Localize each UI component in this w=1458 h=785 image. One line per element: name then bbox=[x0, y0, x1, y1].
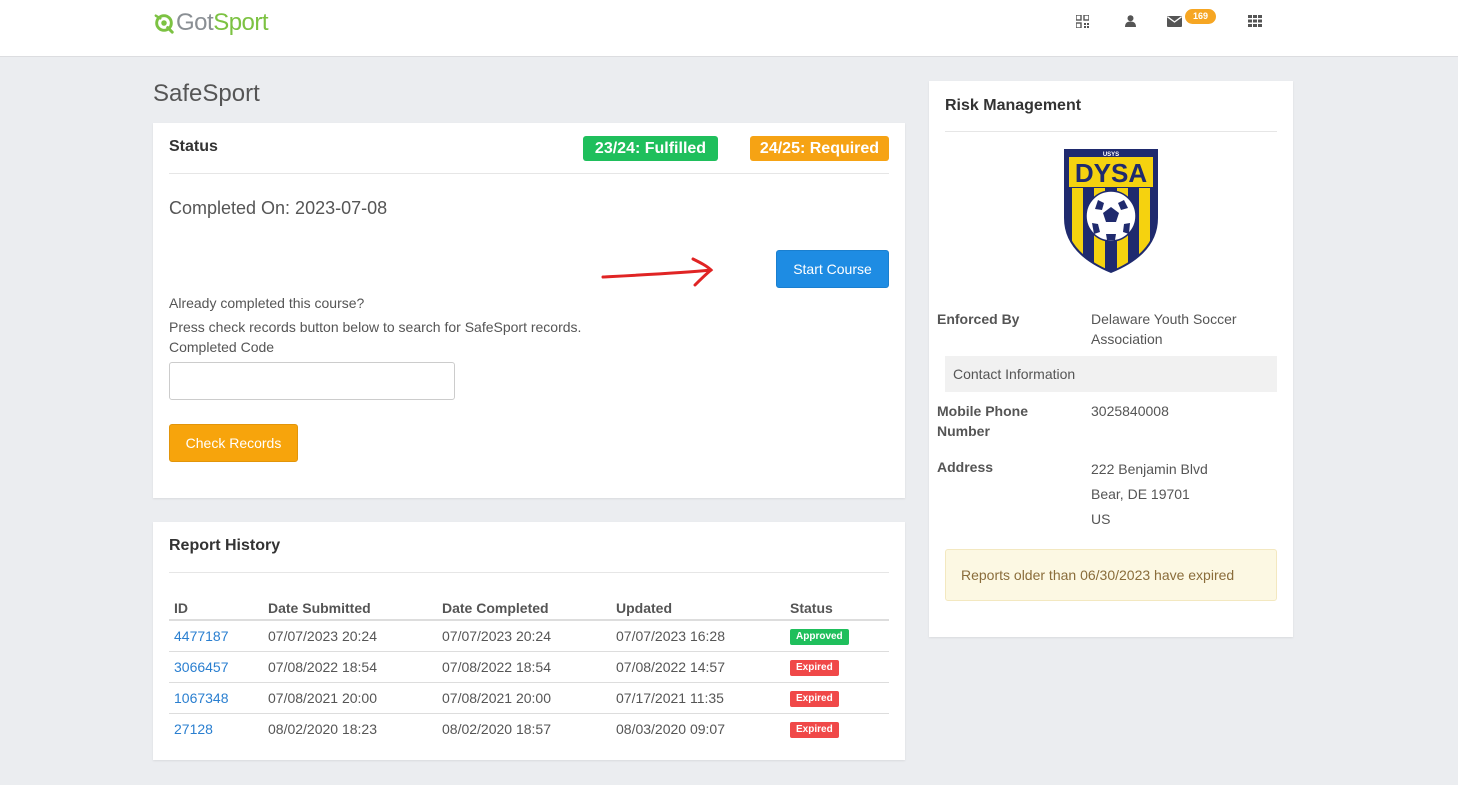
check-records-button[interactable]: Check Records bbox=[169, 424, 298, 462]
press-check-text: Press check records button below to sear… bbox=[169, 319, 582, 335]
completed-code-label: Completed Code bbox=[169, 339, 275, 355]
table-row: 27128 08/02/2020 18:23 08/02/2020 18:57 … bbox=[169, 713, 889, 744]
envelope-icon[interactable] bbox=[1165, 12, 1183, 30]
red-arrow-annotation bbox=[601, 257, 714, 287]
status-badge: Expired bbox=[790, 660, 839, 676]
date-completed-cell: 07/08/2021 20:00 bbox=[437, 682, 611, 714]
qr-code-icon[interactable] bbox=[1073, 12, 1091, 30]
date-submitted-cell: 08/02/2020 18:23 bbox=[268, 720, 377, 737]
expired-reports-alert: Reports older than 06/30/2023 have expir… bbox=[945, 549, 1277, 601]
table-header-row: ID Date Submitted Date Completed Updated… bbox=[169, 592, 889, 621]
report-id-link[interactable]: 1067348 bbox=[174, 690, 229, 706]
table-row: 3066457 07/08/2022 18:54 07/08/2022 18:5… bbox=[169, 651, 889, 683]
risk-management-panel: Risk Management USYS DYSA Enforced By De… bbox=[929, 81, 1293, 637]
address-label: Address bbox=[937, 459, 994, 475]
date-completed-cell: 07/07/2023 20:24 bbox=[437, 620, 611, 652]
logo-text: GotSport bbox=[176, 9, 269, 36]
top-navbar: GotSport 169 bbox=[0, 0, 1458, 57]
enforced-by-label: Enforced By bbox=[937, 311, 1020, 327]
message-count-badge: 169 bbox=[1185, 9, 1217, 24]
updated-cell: 08/03/2020 09:07 bbox=[616, 720, 725, 737]
contact-information-row: Contact Information bbox=[945, 356, 1277, 392]
updated-cell: 07/08/2022 14:57 bbox=[611, 651, 785, 683]
status-badge: Expired bbox=[790, 691, 839, 707]
mobile-phone-label-line2: Number bbox=[937, 423, 990, 439]
table-row: 4477187 07/07/2023 20:24 07/07/2023 20:2… bbox=[169, 620, 889, 652]
apps-grid-icon[interactable] bbox=[1246, 12, 1264, 30]
report-history-panel: Report History ID Date Submitted Date Co… bbox=[153, 522, 905, 760]
col-status: Status bbox=[785, 592, 889, 621]
col-date-submitted: Date Submitted bbox=[263, 592, 437, 621]
enforced-by-line1: Delaware Youth Soccer bbox=[1091, 311, 1237, 327]
report-history-heading: Report History bbox=[169, 537, 281, 554]
report-history-table: ID Date Submitted Date Completed Updated… bbox=[169, 592, 889, 744]
col-date-completed: Date Completed bbox=[437, 592, 611, 621]
date-completed-cell: 07/08/2022 18:54 bbox=[437, 651, 611, 683]
page-title: SafeSport bbox=[153, 80, 260, 107]
date-submitted-cell: 07/08/2022 18:54 bbox=[263, 651, 437, 683]
status-badge: Expired bbox=[790, 722, 839, 739]
report-id-link[interactable]: 4477187 bbox=[174, 628, 229, 644]
contact-information-label: Contact Information bbox=[953, 366, 1076, 382]
divider bbox=[169, 173, 889, 174]
col-updated: Updated bbox=[611, 592, 785, 621]
status-panel: Status 23/24: Fulfilled 24/25: Required … bbox=[153, 123, 905, 498]
col-id: ID bbox=[169, 592, 263, 621]
completed-on-text: Completed On: 2023-07-08 bbox=[169, 198, 388, 218]
report-id-link[interactable]: 3066457 bbox=[174, 659, 229, 675]
fulfilled-badge: 23/24: Fulfilled bbox=[583, 136, 718, 161]
updated-cell: 07/17/2021 11:35 bbox=[611, 682, 785, 714]
status-heading: Status bbox=[169, 138, 218, 155]
divider bbox=[169, 572, 889, 573]
updated-cell: 07/07/2023 16:28 bbox=[611, 620, 785, 652]
date-submitted-cell: 07/08/2021 20:00 bbox=[263, 682, 437, 714]
address-line1: 222 Benjamin Blvd bbox=[1091, 461, 1208, 477]
mobile-phone-label-line1: Mobile Phone bbox=[937, 403, 1028, 419]
table-row: 1067348 07/08/2021 20:00 07/08/2021 20:0… bbox=[169, 682, 889, 714]
dysa-crest-logo: USYS DYSA bbox=[1064, 149, 1158, 273]
date-completed-cell: 08/02/2020 18:57 bbox=[442, 720, 551, 737]
report-id-link[interactable]: 27128 bbox=[174, 721, 213, 737]
start-course-button[interactable]: Start Course bbox=[776, 250, 889, 288]
enforced-by-line2: Association bbox=[1091, 331, 1163, 347]
user-icon[interactable] bbox=[1121, 12, 1139, 30]
status-badge: Approved bbox=[790, 629, 849, 646]
required-badge: 24/25: Required bbox=[750, 136, 889, 161]
completed-code-input[interactable] bbox=[169, 362, 455, 400]
address-line2: Bear, DE 19701 bbox=[1091, 486, 1190, 502]
divider bbox=[945, 131, 1277, 132]
risk-management-heading: Risk Management bbox=[945, 97, 1082, 114]
gotsport-logo[interactable]: GotSport bbox=[153, 8, 269, 38]
crest-main-text: DYSA bbox=[1075, 158, 1147, 188]
mobile-phone-value: 3025840008 bbox=[1091, 403, 1169, 419]
already-completed-text: Already completed this course? bbox=[169, 295, 365, 311]
date-submitted-cell: 07/07/2023 20:24 bbox=[263, 620, 437, 652]
address-line3: US bbox=[1091, 511, 1111, 527]
gotsport-logo-icon bbox=[154, 14, 174, 34]
